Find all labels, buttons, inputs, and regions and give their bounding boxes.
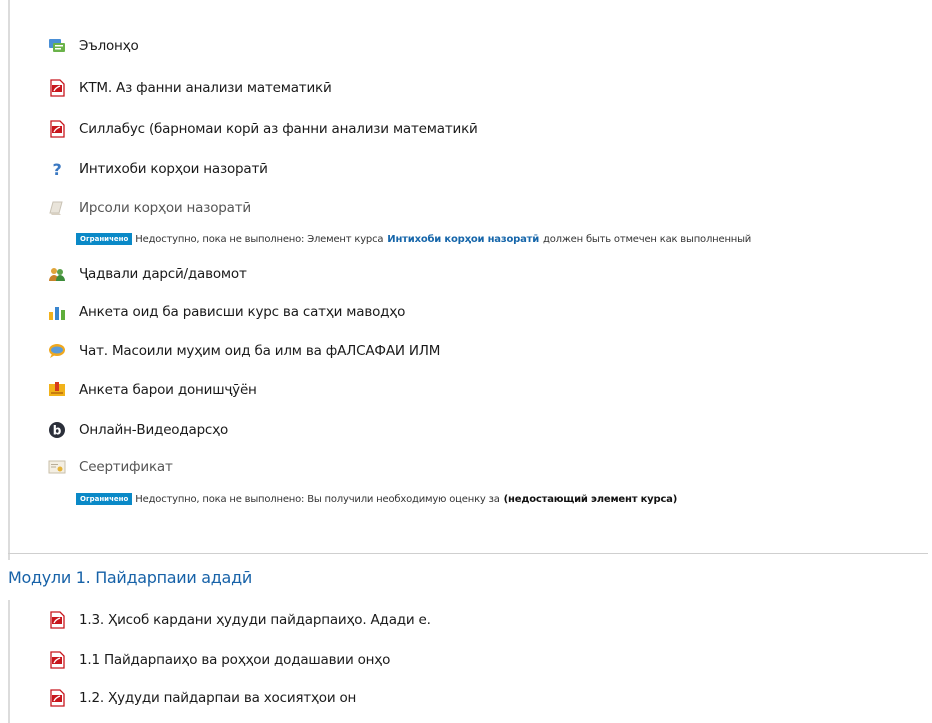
activity-syllabus[interactable]: Силлабус (барномаи корӣ аз фанни анализи… (48, 115, 478, 143)
activity-label: Ҷадвали дарсӣ/давомот (79, 266, 247, 282)
pdf-icon (48, 611, 66, 629)
activity-choice[interactable]: ? Интихоби корҳои назоратӣ (48, 155, 268, 183)
activity-ktm[interactable]: КТМ. Аз фанни анализи математикӣ (48, 74, 332, 102)
pdf-icon (48, 689, 66, 707)
activity-label: Ирсоли корҳои назоратӣ (79, 200, 251, 216)
activity-label: Анкета оид ба рависши курс ва сатҳи маво… (79, 304, 406, 320)
certificate-icon (48, 458, 66, 476)
section-divider (8, 553, 928, 554)
restriction-missing-item: (недостающий элемент курса) (503, 493, 678, 505)
activity-label: Сеертификат (79, 459, 173, 475)
restriction-info-1: Ограничено Недоступно, пока не выполнено… (76, 233, 751, 245)
activity-label: 1.2. Ҳудуди пайдарпаи ва хосиятҳои он (79, 690, 357, 706)
svg-text:?: ? (52, 160, 61, 178)
activity-chat[interactable]: Чат. Масоили муҳим оид ба илм ва фАЛСАФА… (48, 337, 440, 365)
activity-online-video[interactable]: b Онлайн-Видеодарсҳо (48, 416, 228, 444)
chart-icon (48, 303, 66, 321)
course-left-border (8, 0, 10, 560)
forum-icon (48, 37, 66, 55)
activity-label: 1.3. Ҳисоб кардани ҳудуди пайдарпаиҳо. А… (79, 612, 431, 628)
section-item-1-2[interactable]: 1.2. Ҳудуди пайдарпаи ва хосиятҳои он (48, 684, 356, 712)
activity-label: Анкета барои донишҷӯён (79, 382, 257, 398)
restriction-badge: Ограничено (76, 233, 133, 245)
activity-label: Интихоби корҳои назоратӣ (79, 161, 268, 177)
activity-announcements[interactable]: Эълонҳо (48, 32, 139, 60)
activity-student-survey[interactable]: Анкета барои донишҷӯён (48, 376, 257, 404)
chat-icon (48, 342, 66, 360)
section-title[interactable]: Модули 1. Пайдарпаии ададӣ (8, 568, 252, 587)
restriction-link[interactable]: Интихоби корҳои назоратӣ (387, 234, 539, 245)
restriction-text: Недоступно, пока не выполнено: Вы получи… (135, 493, 500, 505)
activity-assignment-submit[interactable]: Ирсоли корҳои назоратӣ (48, 194, 251, 222)
activity-label: КТМ. Аз фанни анализи математикӣ (79, 80, 332, 96)
activity-survey-course[interactable]: Анкета оид ба рависши курс ва сатҳи маво… (48, 298, 405, 326)
activity-label: Онлайн-Видеодарсҳо (79, 422, 229, 438)
pdf-icon (48, 651, 66, 669)
feedback-icon (48, 381, 66, 399)
activity-label: Эълонҳо (79, 38, 139, 54)
bigbluebutton-icon: b (48, 421, 66, 439)
section-item-1-1[interactable]: 1.1 Пайдарпаиҳо ва роҳҳои додашавии онҳо (48, 646, 390, 674)
activity-label: 1.1 Пайдарпаиҳо ва роҳҳои додашавии онҳо (79, 652, 391, 668)
activity-label: Чат. Масоили муҳим оид ба илм ва фАЛСАФА… (79, 343, 441, 359)
activity-certificate[interactable]: Сеертификат (48, 453, 173, 481)
question-icon: ? (48, 160, 66, 178)
restriction-badge: Ограничено (76, 493, 133, 505)
section-item-1-3[interactable]: 1.3. Ҳисоб кардани ҳудуди пайдарпаиҳо. А… (48, 606, 431, 634)
pdf-icon (48, 120, 66, 138)
attendance-icon (48, 265, 66, 283)
pdf-icon (48, 79, 66, 97)
restriction-suffix: должен быть отмечен как выполненный (543, 233, 752, 245)
activity-label: Силлабус (барномаи корӣ аз фанни анализи… (79, 121, 478, 137)
restriction-text: Недоступно, пока не выполнено: Элемент к… (135, 233, 384, 245)
restriction-info-2: Ограничено Недоступно, пока не выполнено… (76, 493, 677, 505)
svg-text:b: b (53, 424, 62, 438)
activity-attendance[interactable]: Ҷадвали дарсӣ/давомот (48, 260, 247, 288)
assignment-icon (48, 199, 66, 217)
section-left-border (8, 600, 10, 723)
